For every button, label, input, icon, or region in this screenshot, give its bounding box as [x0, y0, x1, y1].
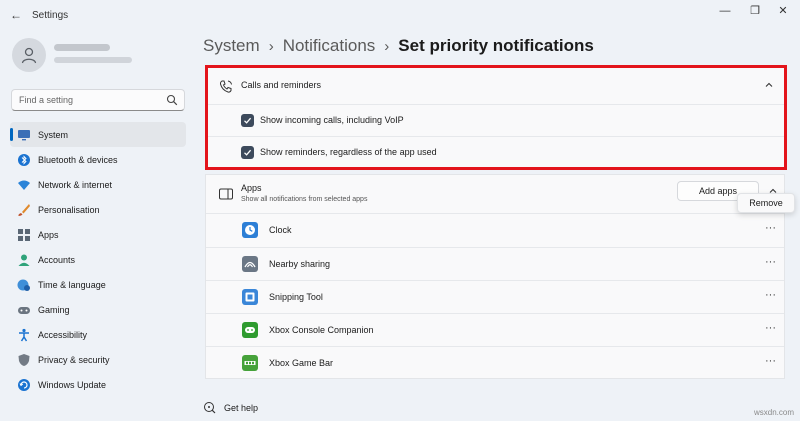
chevron-right-icon: ›: [268, 37, 274, 55]
update-icon: [17, 378, 31, 392]
app-row-nearby-sharing: Nearby sharing ···: [206, 247, 784, 280]
back-arrow-icon[interactable]: ←: [10, 8, 24, 22]
reminders-label: Show reminders, regardless of the app us…: [260, 147, 437, 157]
help-chat-icon: [204, 402, 216, 414]
apps-header: Apps Show all notifications from selecte…: [206, 175, 784, 213]
sidebar-item-privacy-security[interactable]: Privacy & security: [10, 347, 186, 372]
globe-clock-icon: [17, 278, 31, 292]
watermark: wsxdn.com: [753, 408, 794, 417]
apps-icon: [17, 228, 31, 242]
app-name: Xbox Game Bar: [269, 358, 334, 368]
minimize-icon[interactable]: —: [714, 4, 736, 18]
maximize-icon[interactable]: ❐: [744, 4, 766, 18]
wifi-icon: [17, 178, 31, 192]
app-row-clock: Clock ···: [206, 213, 784, 246]
sidebar-item-label: Accounts: [38, 254, 76, 265]
sidebar-item-time-language[interactable]: Time & language: [10, 272, 186, 297]
chevron-up-icon[interactable]: [764, 80, 774, 90]
breadcrumb: System › Notifications › Set priority no…: [203, 36, 594, 56]
brush-icon: [17, 203, 31, 217]
title-bar: ← Settings — ❐ ✕: [0, 0, 800, 30]
shield-icon: [17, 353, 31, 367]
sidebar-item-network[interactable]: Network & internet: [10, 172, 186, 197]
apps-subtitle: Show all notifications from selected app…: [241, 196, 368, 203]
sidebar-item-label: Gaming: [38, 304, 70, 315]
sidebar-nav: System Bluetooth & devices Network & int…: [10, 122, 186, 397]
sidebar-item-label: System: [38, 129, 69, 140]
sidebar-item-bluetooth[interactable]: Bluetooth & devices: [10, 147, 186, 172]
sidebar-item-label: Privacy & security: [38, 354, 110, 365]
sidebar-item-label: Personalisation: [38, 204, 100, 215]
sidebar-item-accessibility[interactable]: Accessibility: [10, 322, 186, 347]
reminders-option[interactable]: Show reminders, regardless of the app us…: [206, 136, 784, 167]
reminders-checkbox[interactable]: [241, 146, 254, 159]
sidebar-item-label: Time & language: [38, 279, 106, 290]
bluetooth-icon: [17, 153, 31, 167]
app-name: Clock: [269, 225, 292, 235]
calls-reminders-header[interactable]: Calls and reminders: [206, 68, 784, 104]
chevron-right-icon: ›: [384, 37, 390, 55]
app-title: Settings: [32, 10, 69, 21]
app-name: Nearby sharing: [269, 259, 331, 269]
accessibility-icon: [17, 328, 31, 342]
sidebar-item-label: Bluetooth & devices: [38, 154, 118, 165]
more-options-icon[interactable]: ···: [765, 222, 776, 234]
sidebar-item-label: Windows Update: [38, 379, 107, 390]
sidebar-item-gaming[interactable]: Gaming: [10, 297, 186, 322]
user-name-blurred: [54, 44, 110, 51]
checkmark-icon: [244, 117, 252, 124]
more-options-icon[interactable]: ···: [765, 289, 776, 301]
page-title: Set priority notifications: [398, 36, 594, 55]
search-input[interactable]: Find a setting: [19, 95, 73, 105]
user-email-blurred: [54, 57, 132, 63]
phone-icon: [219, 80, 232, 93]
get-help-link[interactable]: Get help: [203, 401, 258, 414]
breadcrumb-system[interactable]: System: [203, 36, 260, 56]
app-name: Snipping Tool: [269, 292, 323, 302]
remove-menu-item[interactable]: Remove: [737, 193, 795, 213]
search-icon[interactable]: [166, 94, 178, 106]
clock-icon: [242, 222, 258, 238]
sidebar-item-personalisation[interactable]: Personalisation: [10, 197, 186, 222]
app-name: Xbox Console Companion: [269, 325, 374, 335]
sidebar-item-system[interactable]: System: [10, 122, 186, 147]
incoming-calls-checkbox[interactable]: [241, 114, 254, 127]
user-icon: [21, 47, 37, 64]
gamepad-icon: [17, 303, 31, 317]
get-help-label: Get help: [224, 402, 259, 413]
incoming-calls-option[interactable]: Show incoming calls, including VoIP: [206, 104, 784, 135]
sidebar-item-apps[interactable]: Apps: [10, 222, 186, 247]
incoming-calls-label: Show incoming calls, including VoIP: [260, 115, 404, 125]
xbox-icon: [242, 322, 258, 338]
calls-reminders-title: Calls and reminders: [241, 80, 322, 90]
person-icon: [17, 253, 31, 267]
sidebar-item-label: Network & internet: [38, 179, 113, 190]
apps-card: Apps Show all notifications from selecte…: [205, 174, 785, 379]
app-row-snipping-tool: Snipping Tool ···: [206, 280, 784, 313]
more-options-icon[interactable]: ···: [765, 256, 776, 268]
sidebar-item-label: Apps: [38, 229, 59, 240]
avatar[interactable]: [12, 38, 46, 72]
monitor-icon: [17, 128, 31, 142]
sidebar-item-windows-update[interactable]: Windows Update: [10, 372, 186, 397]
more-options-icon[interactable]: ···: [765, 322, 776, 334]
app-row-xbox-game-bar: Xbox Game Bar ···: [206, 346, 784, 379]
sidebar-item-label: Accessibility: [38, 329, 88, 340]
close-icon[interactable]: ✕: [772, 4, 794, 18]
sidebar-item-accounts[interactable]: Accounts: [10, 247, 186, 272]
app-row-xbox-console-companion: Xbox Console Companion ···: [206, 313, 784, 346]
xbox-game-bar-icon: [242, 355, 258, 371]
calls-reminders-card: Calls and reminders Show incoming calls,…: [205, 67, 785, 168]
more-options-icon[interactable]: ···: [765, 355, 776, 367]
search-box[interactable]: Find a setting: [11, 89, 185, 111]
snipping-tool-icon: [242, 289, 258, 305]
checkmark-icon: [244, 149, 252, 156]
breadcrumb-notifications[interactable]: Notifications: [283, 36, 376, 56]
app-window-icon: [219, 188, 233, 200]
nearby-sharing-icon: [242, 256, 258, 272]
apps-title: Apps: [241, 183, 262, 193]
